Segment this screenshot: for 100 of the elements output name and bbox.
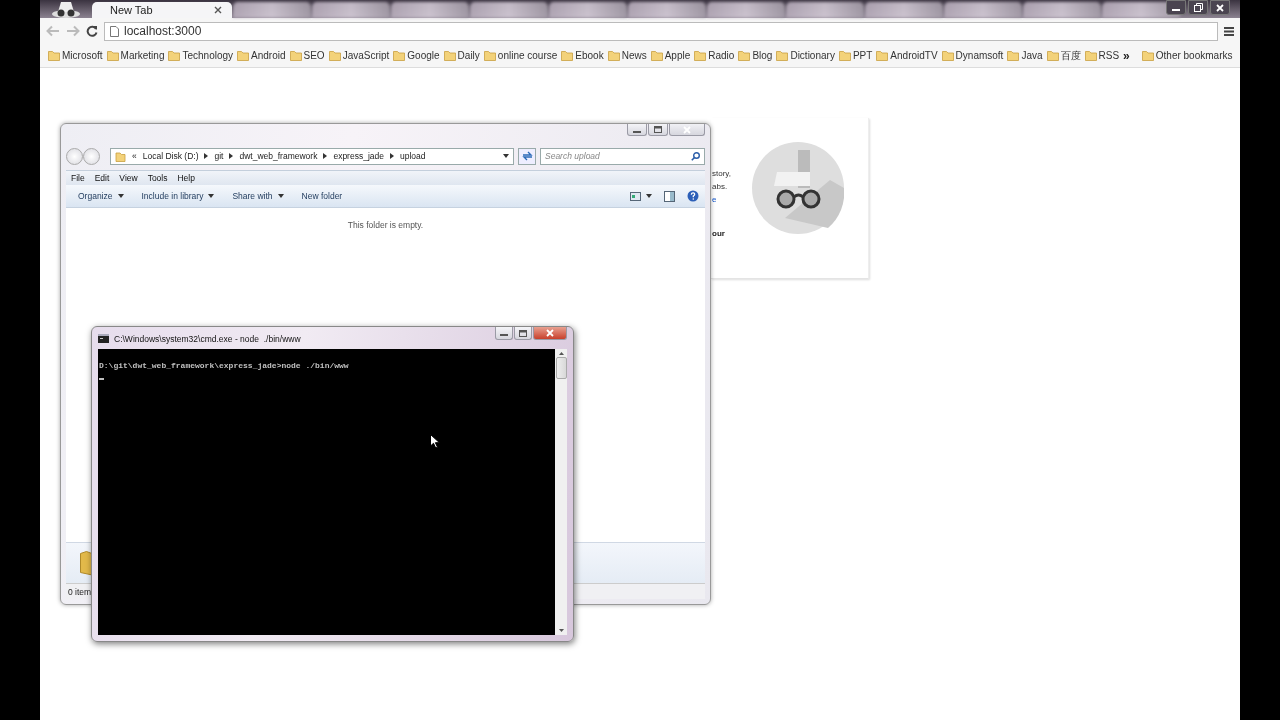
bookmark[interactable]: Java <box>1005 50 1045 61</box>
folder-icon <box>237 50 250 61</box>
back-button[interactable] <box>66 147 83 165</box>
folder-icon <box>738 50 751 61</box>
empty-folder-message: This folder is empty. <box>347 220 424 230</box>
tab[interactable]: New Tab <box>92 2 232 18</box>
minimize-button[interactable] <box>1166 0 1186 15</box>
reload-button[interactable] <box>86 25 98 37</box>
folder-icon <box>1141 50 1154 61</box>
menu-item[interactable]: View <box>114 173 143 183</box>
bookmark[interactable]: Radio <box>692 50 737 61</box>
help-button[interactable] <box>687 190 699 202</box>
bookmark[interactable]: online course <box>481 50 560 61</box>
view-options-button[interactable] <box>630 191 652 201</box>
tab[interactable] <box>549 2 627 18</box>
minimize-button[interactable] <box>627 124 647 136</box>
toolbar-button[interactable]: New folder <box>295 191 349 201</box>
body-text: our <box>712 229 725 238</box>
folder-icon <box>483 50 496 61</box>
tab[interactable] <box>233 2 311 18</box>
toolbar-button[interactable]: Include in library <box>135 191 221 201</box>
close-icon <box>214 6 222 14</box>
scroll-thumb[interactable] <box>555 357 567 379</box>
dropdown-icon <box>277 194 284 198</box>
folder-icon <box>289 50 302 61</box>
dropdown-icon <box>208 194 215 198</box>
folder-icon <box>328 50 341 61</box>
scrollbar[interactable] <box>555 349 567 635</box>
folder-icon <box>561 50 574 61</box>
folder-icon <box>776 50 789 61</box>
path-crumb[interactable]: express_jade <box>333 151 384 161</box>
folder-icon <box>48 50 60 61</box>
close-button[interactable] <box>533 327 567 340</box>
close-button[interactable] <box>1210 0 1230 15</box>
tab[interactable] <box>707 2 785 18</box>
bookmark[interactable]: Daily <box>441 50 482 61</box>
tab[interactable] <box>1023 2 1101 18</box>
bookmark[interactable]: Technology <box>166 50 236 61</box>
folder-icon <box>1007 50 1020 61</box>
tab[interactable] <box>786 2 864 18</box>
bookmark[interactable]: Android <box>235 50 288 61</box>
refresh-button[interactable] <box>518 147 536 165</box>
close-icon <box>1216 3 1224 12</box>
tab[interactable] <box>391 2 469 18</box>
path-crumb[interactable]: dwt_web_framework <box>239 151 318 161</box>
path-crumb[interactable]: git <box>214 151 224 161</box>
bookmark[interactable]: Other bookmarks <box>1139 50 1235 61</box>
menu-button[interactable] <box>1224 26 1234 36</box>
path-crumb[interactable]: Local Disk (D:) <box>142 151 199 161</box>
link-text[interactable]: e <box>712 195 717 204</box>
folder-icon <box>106 50 119 61</box>
address-bar[interactable]: « Local Disk (D:) git dwt_web_framework express_jade upload <box>110 147 514 165</box>
menu-item[interactable]: File <box>66 173 90 183</box>
bookmark[interactable]: Apple <box>648 50 693 61</box>
bookmark[interactable]: Google <box>391 50 442 61</box>
search-box[interactable]: Search upload <box>540 147 705 165</box>
folder-icon <box>1084 50 1097 61</box>
bookmark[interactable]: Microsoft <box>46 50 105 61</box>
path-crumb[interactable]: upload <box>399 151 426 161</box>
toolbar-button[interactable]: Share with <box>226 191 290 201</box>
bookmark[interactable]: SEO <box>287 50 327 61</box>
forward-button[interactable] <box>83 147 100 165</box>
forward-button[interactable] <box>66 25 80 37</box>
tab[interactable] <box>865 2 943 18</box>
minimize-button[interactable] <box>495 327 513 340</box>
folder-icon <box>443 50 456 61</box>
bookmark[interactable]: Marketing <box>104 50 167 61</box>
chevron-icon <box>229 153 234 159</box>
tab[interactable] <box>628 2 706 18</box>
bookmark[interactable]: Blog <box>736 50 775 61</box>
bookmark[interactable]: PPT <box>836 50 875 61</box>
bookmark[interactable]: Dictionary <box>774 50 837 61</box>
bookmarks-overflow-button[interactable]: » <box>1121 48 1132 63</box>
menu-item[interactable]: Edit <box>89 173 115 183</box>
maximize-button[interactable] <box>514 327 532 340</box>
bookmark[interactable]: News <box>605 50 649 61</box>
back-button[interactable] <box>46 25 60 37</box>
address-bar[interactable]: localhost:3000 <box>104 21 1218 41</box>
tab[interactable] <box>312 2 390 18</box>
tab[interactable] <box>944 2 1022 18</box>
maximize-button[interactable] <box>648 124 668 136</box>
path-overflow[interactable]: « <box>132 151 137 161</box>
reload-icon <box>86 25 98 37</box>
dropdown-icon <box>503 154 509 158</box>
restore-button[interactable] <box>1188 0 1208 15</box>
menu-icon <box>1224 26 1234 36</box>
bookmark[interactable]: 百度 <box>1044 48 1083 63</box>
menu-item[interactable]: Tools <box>142 173 173 183</box>
bookmark[interactable]: Ebook <box>559 50 606 61</box>
menu-item[interactable]: Help <box>172 173 200 183</box>
tab[interactable] <box>470 2 548 18</box>
folder-icon <box>115 150 126 162</box>
body-text: story, <box>712 169 731 178</box>
bookmark[interactable]: AndroidTV <box>874 50 940 61</box>
refresh-icon <box>521 151 533 161</box>
bookmark[interactable]: RSS <box>1082 50 1122 61</box>
bookmark[interactable]: JavaScript <box>326 50 392 61</box>
bookmark[interactable]: Dynamsoft <box>939 50 1006 61</box>
toolbar-button[interactable]: Organize <box>72 191 130 201</box>
url-text: localhost:3000 <box>124 24 202 38</box>
